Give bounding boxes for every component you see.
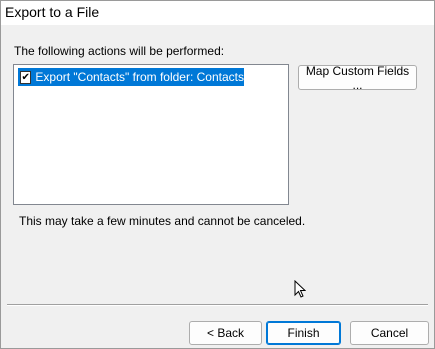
actions-listbox[interactable]: ✔ Export "Contacts" from folder: Contact…	[13, 64, 289, 205]
map-custom-fields-button[interactable]: Map Custom Fields ...	[298, 64, 417, 92]
actions-caption: The following actions will be performed:	[14, 44, 225, 58]
list-item-label: Export "Contacts" from folder: Contacts	[35, 70, 244, 84]
cancel-button[interactable]: Cancel	[350, 321, 429, 345]
finish-button[interactable]: Finish	[266, 321, 341, 345]
warning-note: This may take a few minutes and cannot b…	[19, 214, 306, 228]
separator	[7, 304, 428, 305]
mouse-pointer-icon	[294, 280, 306, 298]
title-bar: Export to a File	[1, 1, 434, 25]
export-dialog: Export to a File The following actions w…	[0, 0, 435, 349]
back-button[interactable]: < Back	[189, 321, 262, 345]
window-title: Export to a File	[5, 4, 100, 20]
list-item[interactable]: ✔ Export "Contacts" from folder: Contact…	[18, 68, 244, 86]
checkmark-icon[interactable]: ✔	[20, 70, 32, 84]
